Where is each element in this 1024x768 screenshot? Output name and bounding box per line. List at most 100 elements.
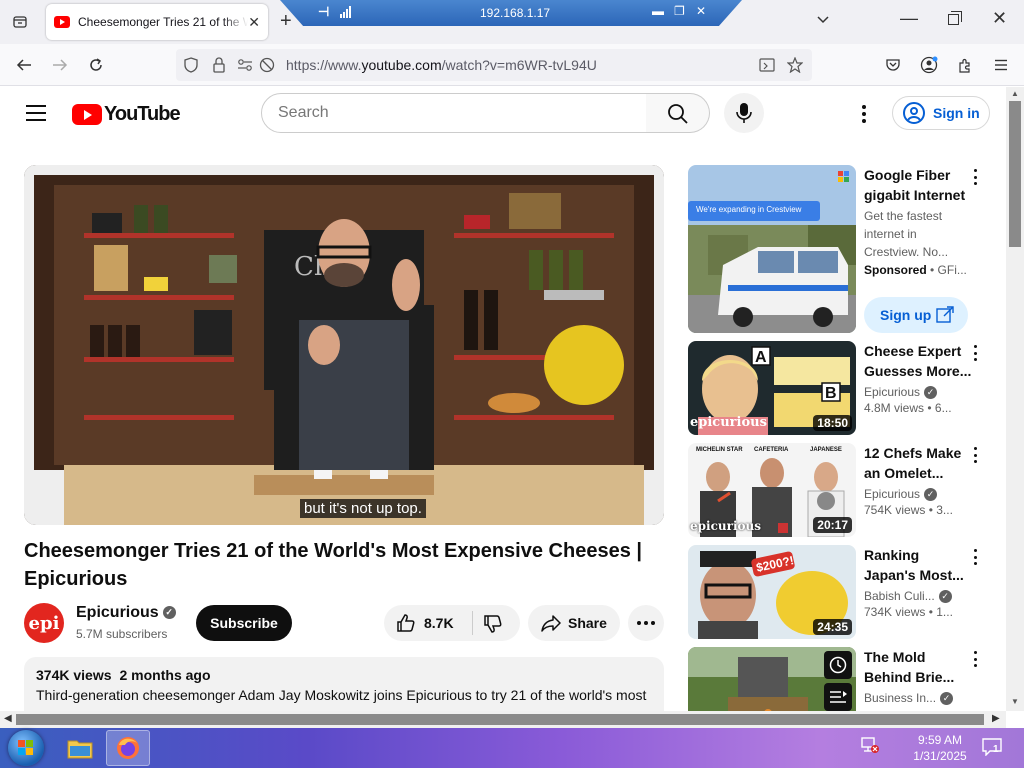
more-options-icon[interactable] — [974, 345, 978, 361]
menu-icon[interactable] — [990, 54, 1012, 76]
chevron-down-icon[interactable] — [816, 12, 830, 31]
voice-search-button[interactable] — [724, 93, 764, 133]
subscribe-button[interactable]: Subscribe — [196, 605, 292, 641]
verified-check-icon: ✓ — [940, 692, 954, 706]
ad-sign-up-button[interactable]: Sign up — [864, 297, 968, 333]
search-button[interactable] — [646, 93, 710, 133]
bookmark-star-icon[interactable] — [786, 56, 804, 74]
firefox-taskbar-button[interactable] — [106, 730, 150, 766]
channel-name[interactable]: Business In... ✓ — [864, 691, 974, 706]
settings-kebab-icon[interactable] — [856, 103, 872, 125]
add-to-queue-icon[interactable] — [829, 689, 847, 705]
tab-title: Cheesemonger Tries 21 of the World's Mos… — [78, 15, 248, 29]
video-title[interactable]: The Mold Behind Brie... — [864, 647, 974, 687]
file-explorer-taskbar-button[interactable] — [58, 730, 102, 766]
description-box[interactable]: 374K views 2 months ago Third-generation … — [24, 657, 664, 711]
vertical-scroll-thumb[interactable] — [1009, 101, 1021, 247]
address-bar[interactable]: https://www.youtube.com/watch?v=m6WR-tvL… — [176, 49, 812, 81]
search-input[interactable] — [278, 104, 628, 122]
related-video-item[interactable]: The Mold Behind Brie... Business In... ✓ — [688, 647, 998, 711]
remote-minimize-button[interactable]: ▬ — [652, 4, 664, 18]
sign-up-label: Sign up — [880, 307, 932, 323]
remote-close-button[interactable]: ✕ — [696, 4, 706, 18]
related-video-item[interactable]: MICHELIN STAR CAFETERIA JAPANESE epicuri… — [688, 443, 998, 539]
google-fiber-logo-icon — [838, 171, 849, 182]
shield-icon[interactable] — [182, 56, 200, 74]
sponsored-ad[interactable]: We're expanding in Crestview Google Fibe… — [688, 165, 998, 333]
scroll-right-arrow-icon[interactable]: ▶ — [992, 713, 1000, 724]
youtube-logo[interactable]: YouTube — [72, 103, 181, 126]
pocket-icon[interactable] — [882, 54, 904, 76]
ad-more-icon[interactable] — [974, 169, 978, 185]
video-title[interactable]: Ranking Japan's Most... — [864, 545, 974, 585]
like-button[interactable]: 8.7K — [384, 605, 472, 641]
remote-restore-button[interactable]: ❐ — [674, 4, 685, 18]
ad-banner: We're expanding in Crestview — [696, 205, 802, 214]
account-icon[interactable] — [918, 54, 940, 76]
vertical-scrollbar[interactable]: ▲ ▼ — [1006, 87, 1024, 711]
more-options-icon[interactable] — [974, 549, 978, 565]
channel-name[interactable]: Epicurious ✓ — [76, 604, 176, 622]
scroll-down-arrow-icon[interactable]: ▼ — [1011, 697, 1019, 706]
watch-later-clock-icon[interactable] — [829, 656, 847, 674]
verified-check-icon: ✓ — [938, 590, 952, 604]
video-thumbnail[interactable] — [688, 647, 856, 711]
lock-icon[interactable] — [210, 56, 228, 74]
related-video-item[interactable]: $200?! 24:35 Ranking Japan's Most... Bab… — [688, 545, 998, 641]
user-circle-icon — [903, 102, 925, 124]
guide-menu-icon[interactable] — [26, 105, 46, 121]
horizontal-scrollbar[interactable]: ◀ ▶ — [0, 711, 1006, 728]
video-title[interactable]: 12 Chefs Make an Omelet... — [864, 443, 974, 483]
navigation-toolbar: https://www.youtube.com/watch?v=m6WR-tvL… — [0, 44, 1024, 86]
reader-view-icon[interactable] — [758, 56, 776, 74]
video-duration: 20:17 — [813, 517, 852, 533]
ad-thumbnail[interactable]: We're expanding in Crestview — [688, 165, 856, 333]
video-duration: 18:50 — [813, 415, 852, 431]
more-options-icon[interactable] — [974, 447, 978, 463]
scroll-left-arrow-icon[interactable]: ◀ — [4, 713, 12, 724]
browser-tab-active[interactable]: Cheesemonger Tries 21 of the World's Mos… — [46, 4, 268, 40]
channel-name[interactable]: Epicurious ✓ — [864, 385, 974, 400]
minimize-button[interactable]: — — [900, 8, 918, 29]
related-video-item[interactable]: A B epicurious 18:50 Cheese Expert Guess… — [688, 341, 998, 437]
upload-age: 2 months ago — [119, 667, 211, 683]
close-window-button[interactable]: ✕ — [992, 8, 1007, 29]
ad-title[interactable]: Google Fiber gigabit Internet — [864, 165, 974, 205]
forward-button[interactable] — [49, 54, 71, 76]
video-caption: but it's not up top. — [300, 499, 426, 518]
more-options-icon[interactable] — [974, 651, 978, 667]
channel-name[interactable]: Babish Culi... ✓ — [864, 589, 974, 604]
list-all-tabs-icon[interactable] — [8, 10, 32, 34]
dislike-button[interactable] — [473, 605, 520, 641]
video-thumbnail[interactable]: A B epicurious 18:50 — [688, 341, 856, 435]
video-frame: Ch — [24, 165, 664, 525]
tab-close-icon[interactable]: ✕ — [248, 14, 260, 31]
network-disconnected-icon[interactable] — [860, 736, 880, 754]
action-center-button[interactable]: 1 — [982, 738, 1002, 757]
pin-icon[interactable]: ⊣ — [318, 4, 329, 20]
search-box[interactable] — [261, 93, 647, 133]
url-domain: youtube.com — [361, 57, 442, 73]
taskbar-clock[interactable]: 9:59 AM 1/31/2025 — [908, 732, 972, 764]
channel-avatar[interactable]: epi — [24, 603, 64, 643]
video-thumbnail[interactable]: $200?! 24:35 — [688, 545, 856, 639]
video-thumbnail[interactable]: MICHELIN STAR CAFETERIA JAPANESE epicuri… — [688, 443, 856, 537]
video-player[interactable]: Ch but it's not up top. — [24, 165, 664, 525]
start-button[interactable] — [8, 730, 44, 766]
url-text[interactable]: https://www.youtube.com/watch?v=m6WR-tvL… — [286, 57, 597, 73]
extensions-icon[interactable] — [954, 54, 976, 76]
new-tab-button[interactable]: + — [280, 10, 292, 33]
back-button[interactable] — [13, 54, 35, 76]
horizontal-scroll-thumb[interactable] — [16, 714, 984, 725]
permissions-icon[interactable] — [236, 56, 254, 74]
svg-text:B: B — [825, 385, 837, 402]
channel-name[interactable]: Epicurious ✓ — [864, 487, 974, 502]
share-button[interactable]: Share — [528, 605, 620, 641]
autoplay-blocked-icon[interactable] — [258, 56, 276, 74]
video-title[interactable]: Cheese Expert Guesses More... — [864, 341, 974, 381]
scroll-up-arrow-icon[interactable]: ▲ — [1011, 89, 1019, 98]
restore-button[interactable] — [948, 11, 962, 25]
reload-button[interactable] — [85, 54, 107, 76]
sign-in-button[interactable]: Sign in — [892, 96, 990, 130]
more-actions-button[interactable] — [628, 605, 664, 641]
